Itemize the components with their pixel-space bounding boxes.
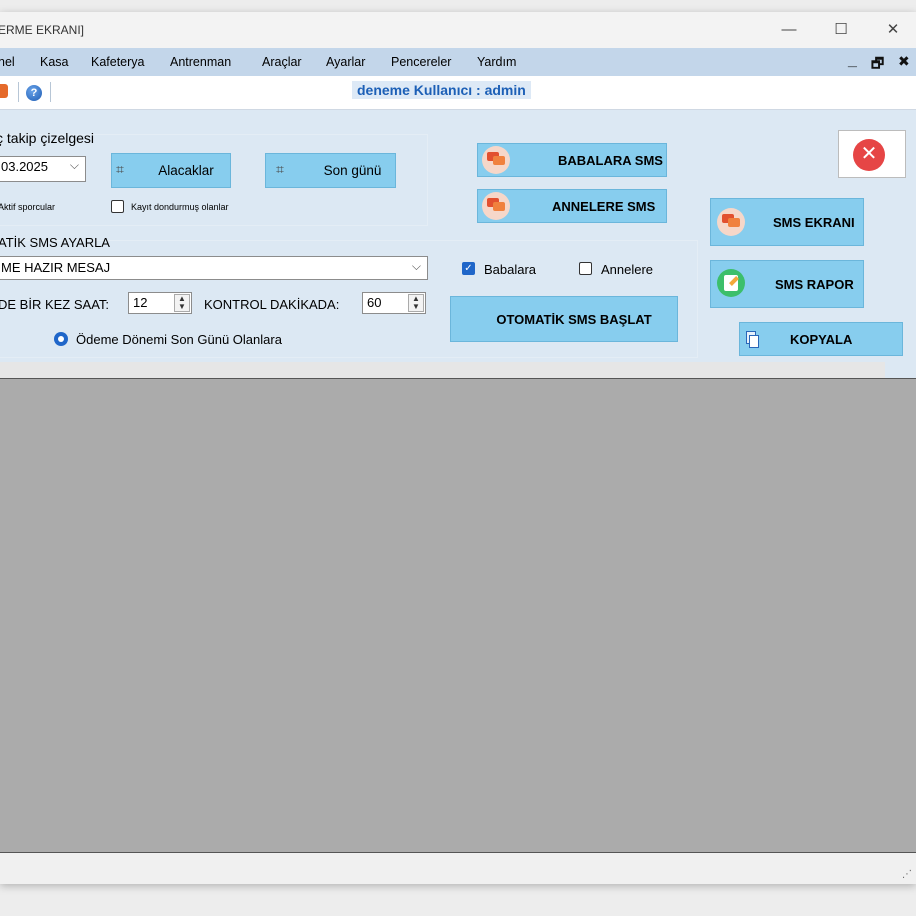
auto-sms-section-title: ATİK SMS AYARLA: [0, 235, 110, 250]
babalara-checkbox-label: Babalara: [484, 262, 537, 277]
message-template-combo[interactable]: ME HAZIR MESAJ ⌵: [0, 256, 428, 280]
tracking-group-title: ç takip çizelgesi: [0, 130, 95, 146]
frozen-label: Kayıt dondurmuş olanlar: [131, 202, 229, 212]
chat-icon: [482, 192, 510, 220]
babalara-checkbox[interactable]: ✓: [462, 262, 475, 275]
chevron-down-icon: ⌵: [411, 259, 421, 273]
window-title: ERME EKRANI]: [0, 23, 85, 37]
mdi-close-button[interactable]: ✖: [898, 53, 910, 70]
minute-label: KONTROL DAKİKADA:: [204, 297, 340, 312]
hour-label: DE BİR KEZ SAAT:: [0, 297, 110, 312]
hour-value: 12: [133, 295, 148, 310]
report-edit-icon: [717, 269, 745, 297]
last-day-radio[interactable]: [54, 332, 68, 346]
stepper-arrows-icon[interactable]: ▲ ▼: [174, 294, 190, 312]
title-bar: ERME EKRANI] — ☐ ✕: [0, 12, 916, 48]
sms-rapor-label: SMS RAPOR: [775, 277, 854, 292]
minute-stepper[interactable]: 60 ▲ ▼: [362, 292, 426, 314]
sms-rapor-button[interactable]: SMS RAPOR: [710, 260, 864, 308]
app-window: ERME EKRANI] — ☐ ✕ nel Kasa Kafeterya An…: [0, 12, 916, 884]
help-icon[interactable]: ?: [26, 85, 42, 101]
mdi-restore-button[interactable]: 🗗: [871, 53, 884, 77]
sms-ekrani-label: SMS EKRANI: [773, 215, 855, 230]
minute-value: 60: [367, 295, 382, 310]
sms-settings-panel: ç takip çizelgesi 03.2025 ⌵ ⌗ Alacaklar …: [0, 110, 916, 378]
menu-item-pencereler[interactable]: Pencereler: [391, 55, 451, 69]
window-close-button[interactable]: ✕: [870, 18, 916, 42]
sms-ekrani-button[interactable]: SMS EKRANI: [710, 198, 864, 246]
menu-item-yardim[interactable]: Yardım: [477, 55, 516, 69]
last-day-radio-label: Ödeme Dönemi Son Günü Olanlara: [76, 332, 282, 347]
progress-bar: [0, 362, 885, 378]
toolbar-shortcut-icon[interactable]: [0, 84, 8, 98]
chevron-down-icon: ⌵: [69, 158, 79, 172]
annelere-checkbox-label: Annelere: [601, 262, 654, 277]
chat-icon: [717, 208, 745, 236]
close-icon: ✕: [853, 139, 885, 171]
resize-grip-icon[interactable]: ⋰: [902, 869, 912, 880]
hour-stepper[interactable]: 12 ▲ ▼: [128, 292, 192, 314]
annelere-sms-label: ANNELERE SMS: [552, 199, 656, 214]
start-auto-sms-button[interactable]: OTOMATİK SMS BAŞLAT: [450, 296, 678, 342]
user-banner: deneme Kullanıcı : admin: [352, 81, 531, 99]
data-grid[interactable]: [0, 378, 916, 853]
menu-item-kafeterya[interactable]: Kafeterya: [91, 55, 145, 69]
toolbar: ? deneme Kullanıcı : admin: [0, 76, 916, 110]
copy-icon: [746, 331, 759, 348]
kopyala-button[interactable]: KOPYALA: [739, 322, 903, 356]
son-gunu-button[interactable]: ⌗ Son günü: [265, 153, 396, 188]
start-auto-sms-label: OTOMATİK SMS BAŞLAT: [496, 312, 652, 327]
menu-item-panel[interactable]: nel: [0, 55, 15, 69]
babalara-sms-button[interactable]: BABALARA SMS: [477, 143, 667, 177]
menu-bar: nel Kasa Kafeterya Antrenman Araçlar Aya…: [0, 48, 916, 76]
annelere-sms-button[interactable]: ANNELERE SMS: [477, 189, 667, 223]
babalara-sms-label: BABALARA SMS: [558, 153, 663, 168]
menu-item-antrenman[interactable]: Antrenman: [170, 55, 231, 69]
son-gunu-label: Son günü: [323, 163, 382, 178]
alacaklar-button[interactable]: ⌗ Alacaklar: [111, 153, 231, 188]
window-maximize-button[interactable]: ☐: [818, 18, 864, 42]
kopyala-label: KOPYALA: [790, 332, 853, 347]
message-template-value: ME HAZIR MESAJ: [1, 260, 111, 275]
mdi-minimize-button[interactable]: _: [848, 52, 857, 70]
toolbar-separator: [18, 82, 19, 102]
menu-item-araclar[interactable]: Araçlar: [262, 55, 302, 69]
chat-icon: [482, 146, 510, 174]
active-athletes-label[interactable]: Aktif sporcular: [0, 202, 55, 212]
close-form-button[interactable]: ✕: [838, 130, 906, 178]
annelere-checkbox[interactable]: [579, 262, 592, 275]
stepper-arrows-icon[interactable]: ▲ ▼: [408, 294, 424, 312]
status-bar: ⋰: [0, 853, 916, 884]
date-picker[interactable]: 03.2025 ⌵: [0, 156, 86, 182]
menu-item-kasa[interactable]: Kasa: [40, 55, 69, 69]
alacaklar-label: Alacaklar: [158, 163, 214, 178]
menu-item-ayarlar[interactable]: Ayarlar: [326, 55, 365, 69]
date-value: 03.2025: [1, 159, 48, 174]
window-minimize-button[interactable]: —: [766, 18, 812, 42]
toolbar-separator: [50, 82, 51, 102]
frozen-checkbox[interactable]: [111, 200, 124, 213]
